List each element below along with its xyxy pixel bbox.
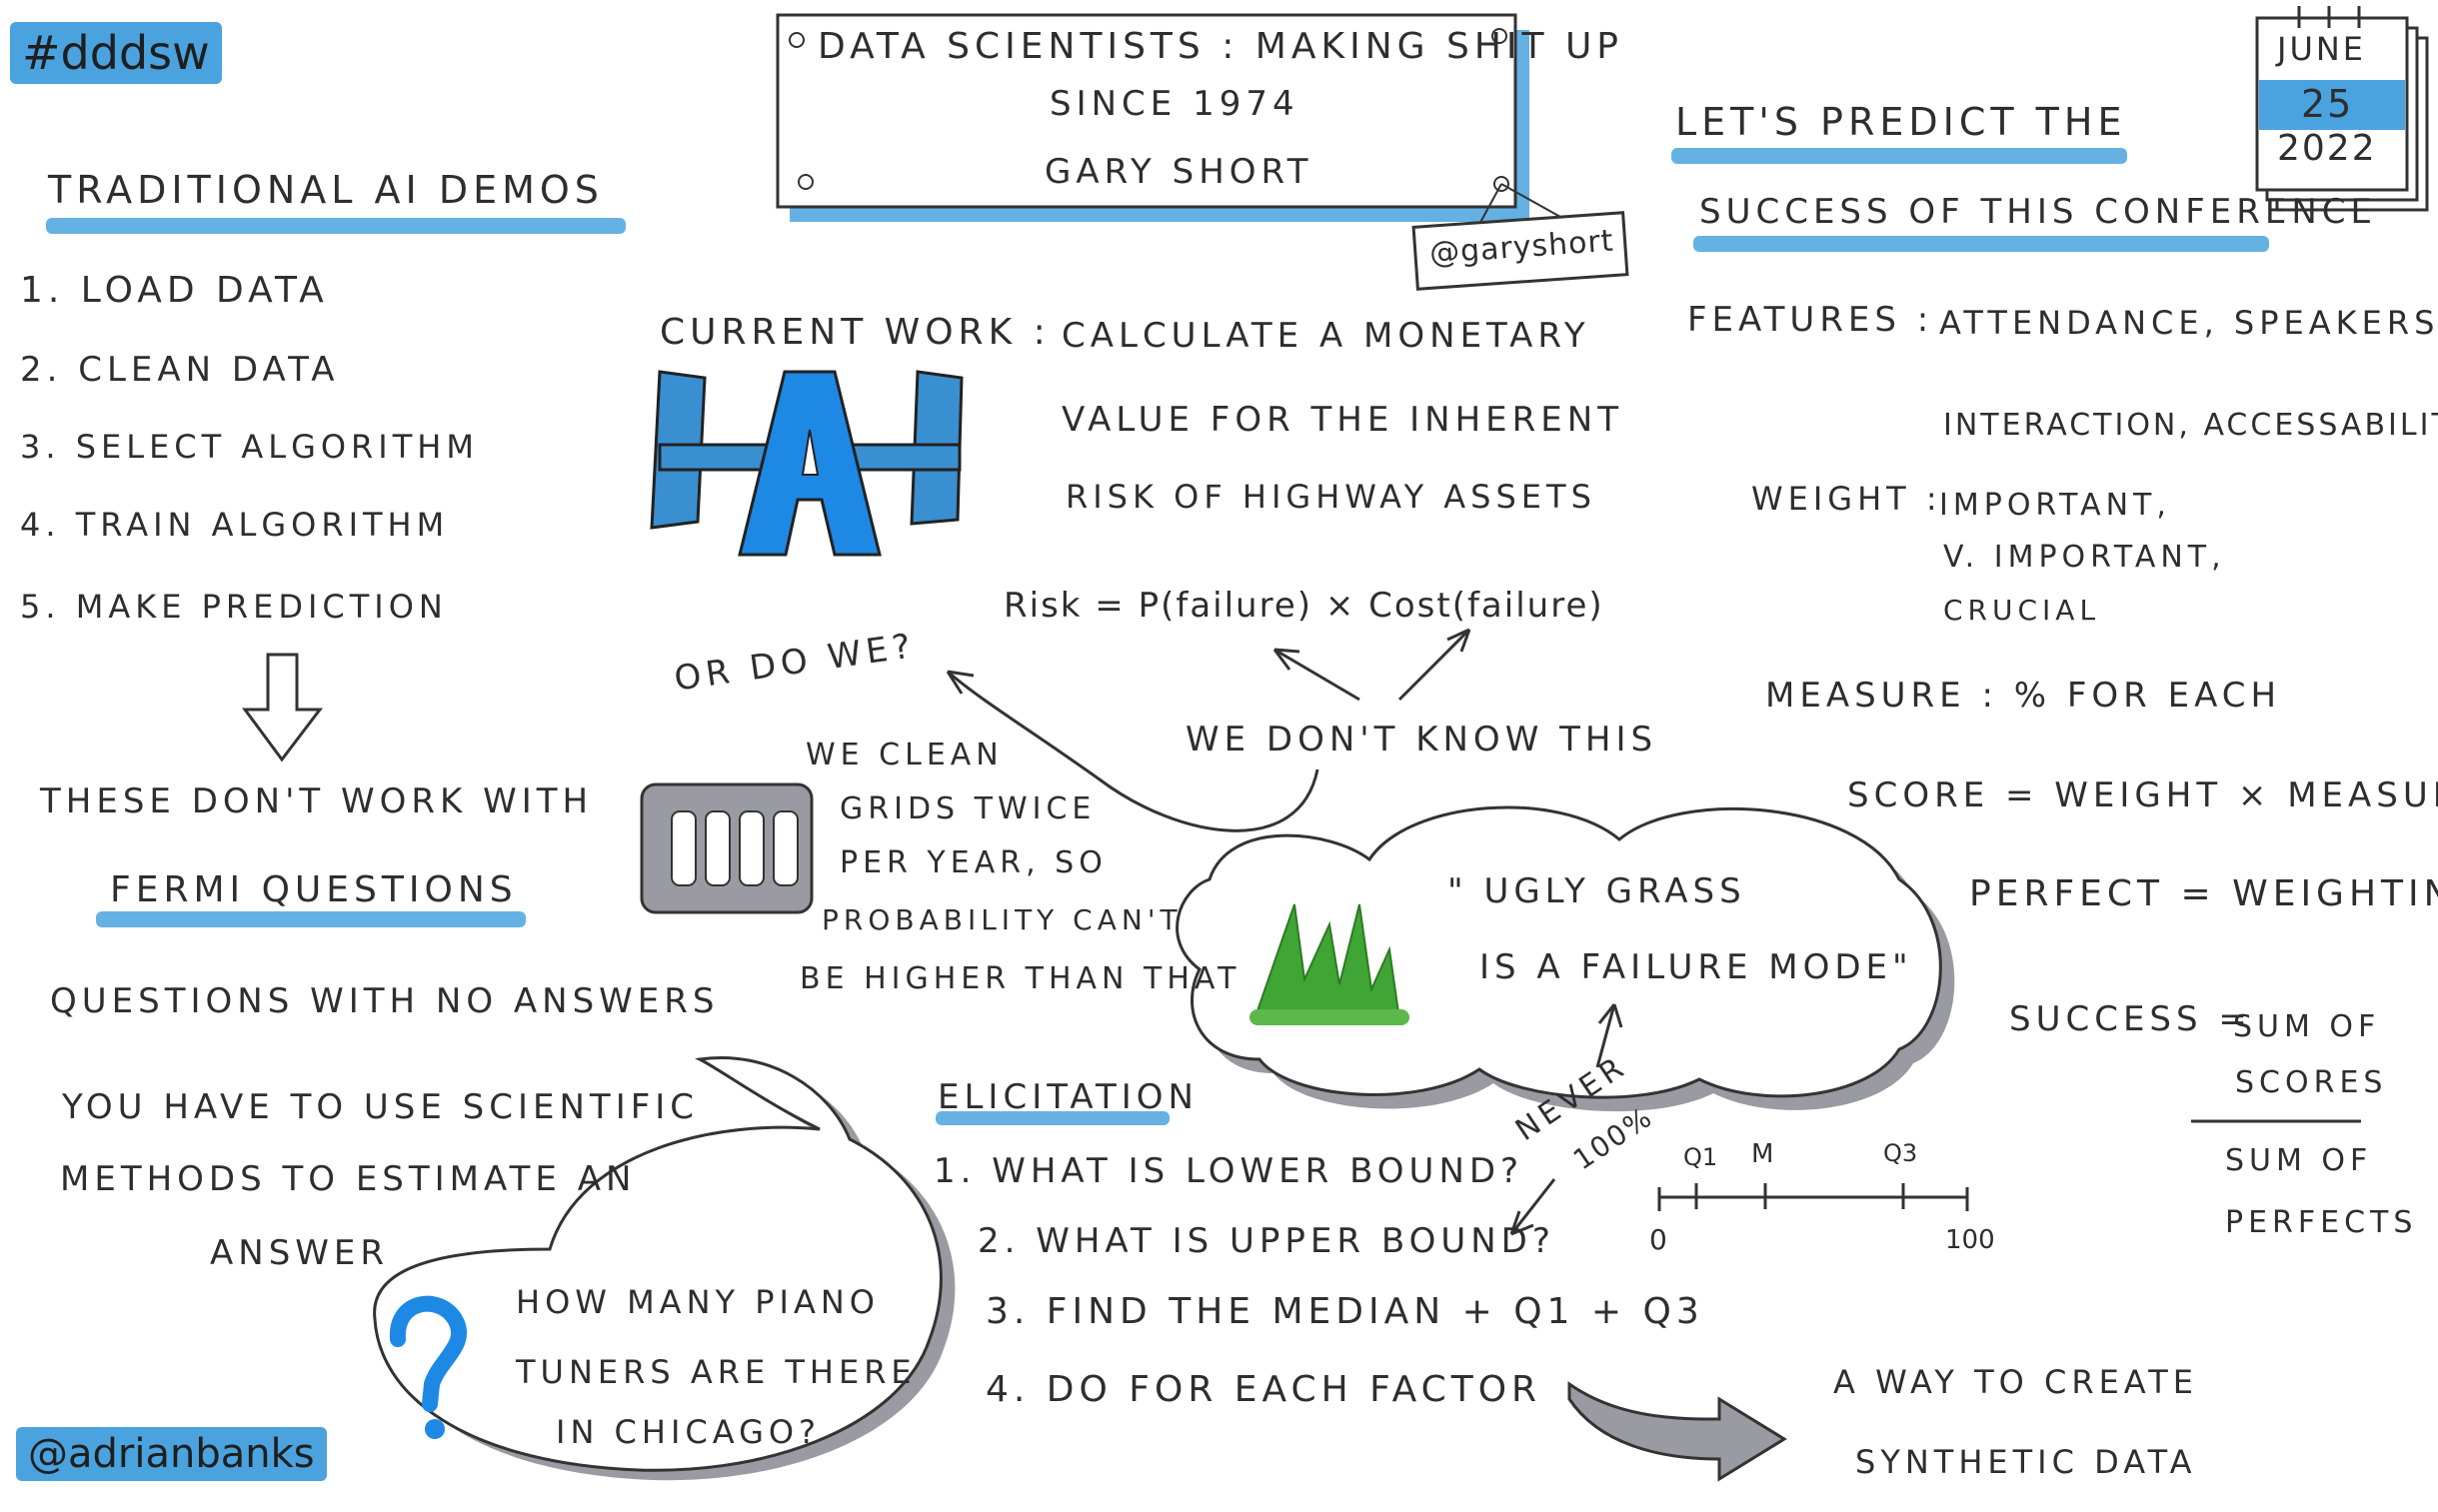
weight-crucial: Crucial <box>1943 594 2101 627</box>
current-work-line-1: Calculate a monetary <box>1062 316 1590 356</box>
bubble-line-1: How many piano <box>516 1283 880 1321</box>
speaker-name: Gary Short <box>1045 152 1313 192</box>
traditional-heading: Traditional AI Demos <box>48 168 604 212</box>
dont-know-text: We don't know this <box>1186 720 1658 759</box>
elicitation-step-4: 4. Do for each factor <box>986 1369 1542 1410</box>
date-month: June <box>2277 30 2367 68</box>
scale-q1-label: Q1 <box>1683 1143 1718 1171</box>
clean-line-4: probability can't <box>822 903 1183 936</box>
author-handle-badge: @adrianbanks <box>16 1427 327 1481</box>
scale-max-label: 100 <box>1945 1225 1995 1255</box>
scale-q3-label: Q3 <box>1883 1139 1918 1167</box>
bubble-line-3: in Chicago? <box>556 1413 822 1451</box>
weight-important: Important, <box>1939 488 2171 523</box>
method-line-1: You have to use scientific <box>62 1087 700 1127</box>
bubble-line-2: tuners are there <box>516 1353 917 1391</box>
method-line-2: methods to estimate an <box>60 1159 637 1199</box>
step-select: 3. Select Algorithm <box>20 428 479 466</box>
clean-line-3: per year, so <box>840 845 1108 880</box>
date-day: 25 <box>2301 82 2354 126</box>
current-work-line-3: risk of highway assets <box>1066 478 1596 516</box>
elicitation-step-3: 3. Find the median + Q1 + Q3 <box>986 1291 1704 1332</box>
elicitation-heading: Elicitation <box>938 1077 1199 1117</box>
quote-line-2: is a failure mode" <box>1479 947 1913 987</box>
step-train: 4. Train Algorithm <box>20 506 450 544</box>
underline-predict-1 <box>1671 148 2127 164</box>
weight-v-important: V. Important, <box>1943 540 2226 575</box>
scale-m-label: M <box>1751 1139 1774 1169</box>
talk-subtitle: Since 1974 <box>1050 84 1299 124</box>
step-load: 1. Load Data <box>20 270 329 311</box>
quartile-scale <box>1657 1183 1969 1211</box>
underline-fermi <box>96 911 526 927</box>
highways-logo-icon <box>650 370 964 557</box>
fermi-heading: Fermi Questions <box>110 869 518 910</box>
arrow-to-pfailure <box>1273 648 1360 702</box>
score-formula: Score = weight × measure <box>1847 775 2438 815</box>
clean-line-5: be higher than that <box>800 961 1241 996</box>
hashtag-badge: #dddsw <box>10 22 222 84</box>
features-line-2: Interaction, Accessability <box>1943 408 2438 443</box>
success-label: Success = <box>2009 999 2252 1039</box>
date-year: 2022 <box>2277 128 2377 169</box>
current-work-line-2: value for the inherent <box>1062 400 1623 440</box>
fermi-definition: Questions with no answers <box>50 981 720 1021</box>
synthetic-line-2: synthetic data <box>1855 1443 2197 1481</box>
arrow-to-cost <box>1397 628 1471 702</box>
denominator-line-1: Sum of <box>2225 1143 2373 1178</box>
scale-min-label: 0 <box>1649 1223 1667 1256</box>
current-work-label: Current Work : <box>660 312 1051 353</box>
measure-text: Measure : % for each <box>1765 676 2282 716</box>
step-predict: 5. Make Prediction <box>20 588 448 626</box>
not-work-text: These don't work with <box>40 781 594 821</box>
drain-grate-icon <box>640 782 814 914</box>
method-line-3: answer <box>210 1233 389 1273</box>
clean-line-2: grids twice <box>840 791 1097 826</box>
predict-heading-2: success of this conference <box>1699 192 2378 232</box>
big-arrow-icon <box>1567 1381 1787 1482</box>
features-label: Features : <box>1687 300 1934 340</box>
down-arrow-icon <box>242 653 324 762</box>
features-line-1: Attendance, speakers <box>1939 304 2438 342</box>
quote-line-1: " Ugly grass <box>1447 871 1746 911</box>
elicitation-step-2: 2. What is upper bound? <box>978 1221 1555 1261</box>
elicitation-step-1: 1. What is lower bound? <box>934 1151 1524 1191</box>
predict-heading-1: Let's predict the <box>1675 100 2127 144</box>
denominator-line-2: perfects <box>2225 1205 2418 1240</box>
numerator-line-1: Sum of <box>2233 1009 2381 1044</box>
step-clean: 2. Clean Data <box>20 350 340 390</box>
underline-traditional <box>46 218 626 234</box>
numerator-line-2: scores <box>2235 1065 2388 1100</box>
risk-formula: Risk = P(failure) × Cost(failure) <box>1004 586 1604 626</box>
weight-label: Weight : <box>1751 480 1942 518</box>
perfect-formula: Perfect = weighting <box>1969 873 2438 914</box>
synthetic-line-1: A way to create <box>1833 1363 2198 1401</box>
clean-line-1: We clean <box>806 738 1004 772</box>
talk-title: Data Scientists : Making Shit Up <box>818 26 1623 67</box>
underline-predict-2 <box>1693 236 2269 252</box>
